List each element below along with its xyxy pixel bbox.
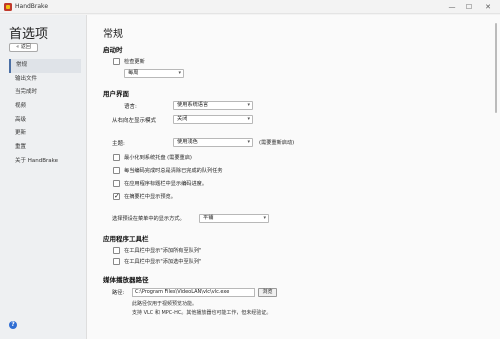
sidebar-item-video[interactable]: 视频	[9, 100, 81, 114]
sidebar-item-reset[interactable]: 重置	[9, 141, 81, 155]
show-preview-checkbox[interactable]	[113, 192, 120, 200]
handbrake-logo-icon	[4, 3, 12, 11]
clear-completed-checkbox[interactable]	[113, 167, 120, 174]
check-updates-label: 检查更新	[124, 59, 145, 65]
rtl-value: 关闭	[177, 116, 188, 122]
minimize-button[interactable]: —	[446, 2, 458, 12]
sidebar: 首选项 « 返回 常规 输出文件 当完成时 视频 高级 更新 重置 关于 Han…	[0, 15, 86, 339]
chevron-down-icon: ▾	[247, 116, 250, 122]
sidebar-nav: 常规 输出文件 当完成时 视频 高级 更新 重置 关于 HandBrake	[9, 59, 81, 169]
page-title: 常规	[103, 29, 123, 40]
sidebar-item-about[interactable]: 关于 HandBrake	[9, 155, 81, 169]
help-icon[interactable]: ?	[9, 321, 17, 329]
browse-button[interactable]: 浏览	[258, 288, 277, 297]
preset-display-select[interactable]: 平铺 ▾	[199, 214, 269, 223]
sidebar-item-when-done[interactable]: 当完成时	[9, 86, 81, 100]
maximize-button[interactable]: ☐	[463, 2, 475, 12]
scrollbar[interactable]	[495, 23, 497, 113]
theme-select[interactable]: 使用浅色 ▾	[173, 138, 253, 147]
player-path-input[interactable]: C:\Program Files\VideoLAN\vlc\vlc.exe	[132, 288, 255, 297]
ui-heading: 用户界面	[103, 90, 129, 98]
chevron-down-icon: ▾	[178, 70, 181, 76]
back-button[interactable]: « 返回	[9, 43, 38, 52]
title-progress-checkbox[interactable]	[113, 180, 120, 187]
media-player-heading: 媒体播放器路径	[103, 276, 149, 284]
show-preview-label: 在摘要栏中显示预览。	[124, 194, 176, 200]
add-all-to-queue-checkbox[interactable]	[113, 247, 120, 254]
player-note-line2: 支持 VLC 和 MPC-HC。其他播放器也可能工作，但未经验证。	[132, 310, 272, 316]
player-note-line1: 此路径仅用于视频预览功能。	[132, 301, 198, 307]
main-panel: 常规 启动时 检查更新 每周 ▾ 用户界面 语言: 使用系统语言 ▾ 从右向左显…	[86, 15, 500, 339]
theme-note: (需要重新启动)	[259, 140, 295, 146]
add-selected-to-queue-checkbox[interactable]	[113, 258, 120, 265]
language-value: 使用系统语言	[177, 102, 209, 108]
rtl-select[interactable]: 关闭 ▾	[173, 115, 253, 124]
theme-value: 使用浅色	[177, 139, 198, 145]
clear-completed-label: 每当编码完成时总是清除已完成的队列任务	[124, 168, 223, 174]
chevron-down-icon: ▾	[247, 139, 250, 145]
add-selected-to-queue-label: 在工具栏中显示"添加选中至队列"	[124, 259, 202, 265]
path-label: 路径:	[112, 290, 125, 296]
minimize-to-tray-label: 最小化到系统托盘 (需要重启)	[124, 155, 192, 161]
sidebar-item-general[interactable]: 常规	[9, 59, 81, 73]
title-bar: HandBrake — ☐ ✕	[0, 0, 500, 14]
window-title: HandBrake	[15, 3, 49, 10]
minimize-to-tray-checkbox[interactable]	[113, 154, 120, 161]
rtl-label: 从右向左显示模式	[112, 118, 157, 124]
update-frequency-select[interactable]: 每周 ▾	[124, 69, 184, 78]
sidebar-title: 首选项	[9, 27, 49, 42]
startup-heading: 启动时	[103, 46, 123, 54]
chevron-down-icon: ▾	[263, 215, 266, 221]
add-all-to-queue-label: 在工具栏中显示"添加所有至队列"	[124, 248, 202, 254]
language-select[interactable]: 使用系统语言 ▾	[173, 101, 253, 110]
preset-display-value: 平铺	[203, 215, 214, 221]
close-button[interactable]: ✕	[482, 2, 494, 12]
sidebar-item-advanced[interactable]: 高级	[9, 114, 81, 128]
check-updates-checkbox[interactable]	[113, 58, 120, 65]
chevron-down-icon: ▾	[247, 102, 250, 108]
language-label: 语言:	[124, 104, 137, 110]
sidebar-item-updates[interactable]: 更新	[9, 127, 81, 141]
sidebar-item-output-files[interactable]: 输出文件	[9, 73, 81, 87]
toolbar-heading: 应用程序工具栏	[103, 235, 149, 243]
preset-display-label: 选择预设在菜单中的显示方式。	[112, 216, 185, 222]
title-progress-label: 在应用程序标题栏中显示编码进度。	[124, 181, 208, 187]
update-frequency-value: 每周	[128, 70, 139, 76]
theme-label: 主题:	[112, 141, 125, 147]
